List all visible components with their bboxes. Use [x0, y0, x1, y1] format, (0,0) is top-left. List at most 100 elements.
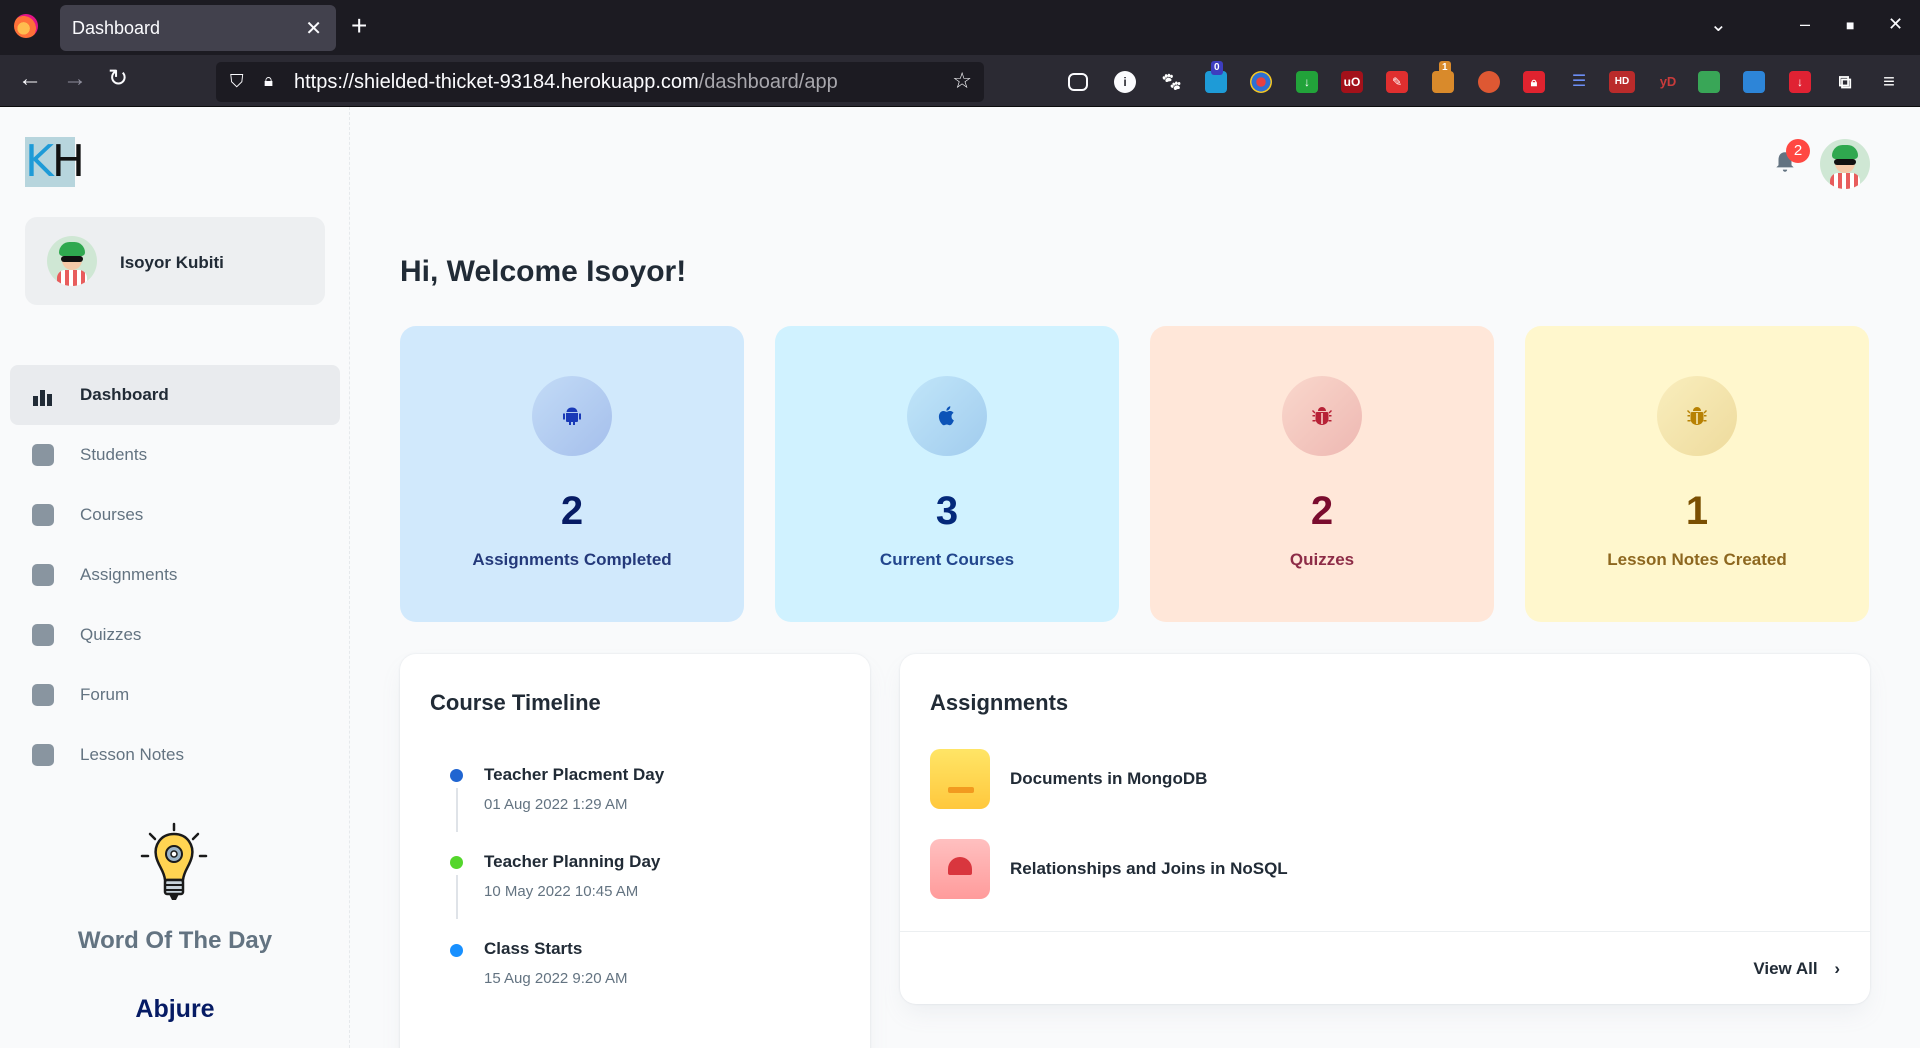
wand-extension-icon[interactable]: ✎: [1386, 71, 1408, 93]
account-name: Isoyor Kubiti: [120, 253, 224, 272]
reload-icon[interactable]: ↻: [108, 67, 128, 91]
stat-card-current-courses: 3 Current Courses: [775, 326, 1119, 622]
assignment-thumbnail: [930, 839, 990, 899]
stat-label: Quizzes: [1289, 550, 1355, 569]
forward-arrow-icon[interactable]: →: [63, 67, 87, 91]
notes-extension-icon[interactable]: 1: [1432, 61, 1454, 93]
download-extension-icon[interactable]: ↓: [1296, 71, 1318, 93]
list-extension-icon[interactable]: ☰: [1568, 71, 1590, 93]
sidebar: KH Isoyor Kubiti Dashboard Students Cour…: [0, 107, 350, 1048]
new-tab-icon[interactable]: +: [351, 10, 367, 42]
assignment-item-title[interactable]: Relationships and Joins in NoSQL: [1010, 859, 1288, 879]
timeline-dot: [450, 769, 463, 782]
bookmark-star-icon[interactable]: ☆: [952, 68, 972, 94]
assignment-item-title[interactable]: Documents in MongoDB: [1010, 769, 1207, 789]
back-arrow-icon[interactable]: ←: [18, 67, 42, 91]
timeline-item-title: Teacher Placment Day: [484, 765, 665, 784]
stat-icon-wrap: [1282, 376, 1362, 456]
url-host: https://shielded-thicket-93184.herokuapp…: [294, 71, 699, 93]
url-path: /dashboard/app: [698, 71, 838, 93]
chevron-down-icon[interactable]: ⌄: [1710, 12, 1727, 37]
browser-tab[interactable]: Dashboard ✕: [60, 5, 336, 51]
stat-icon-wrap: [907, 376, 987, 456]
tab-close-icon[interactable]: ✕: [305, 16, 322, 41]
shield-icon[interactable]: ⛉: [230, 71, 244, 92]
gnome-extension-icon[interactable]: 🐾︎: [1160, 71, 1183, 93]
timeline-item-time: 10 May 2022 10:45 AM: [484, 883, 639, 900]
extension-badge-icon[interactable]: 0: [1205, 61, 1227, 93]
save-extension-icon[interactable]: ↓: [1789, 71, 1811, 93]
view-all-button[interactable]: View All ›: [1753, 959, 1840, 979]
yd-extension-icon[interactable]: yD: [1655, 71, 1681, 93]
card-title: Course Timeline: [430, 690, 601, 715]
app-root: KH Isoyor Kubiti Dashboard Students Cour…: [0, 107, 1920, 1048]
maximize-icon[interactable]: ■: [1846, 17, 1854, 33]
duckduckgo-icon[interactable]: [1478, 71, 1500, 93]
person-icon: [32, 444, 54, 466]
extension-badge-count: 1: [1439, 61, 1451, 75]
ublock-icon[interactable]: uO: [1341, 71, 1363, 93]
logo-letter-k: K: [25, 136, 54, 187]
sidebar-item-label: Courses: [80, 505, 144, 524]
sidebar-item-label: Forum: [80, 685, 130, 704]
apple-icon: [938, 406, 954, 426]
chart-icon: [32, 384, 54, 406]
color-extension-icon[interactable]: [1250, 71, 1272, 93]
document-icon: [32, 564, 54, 586]
image-extension-icon[interactable]: [1698, 71, 1720, 93]
sidebar-item-lesson-notes[interactable]: Lesson Notes: [10, 725, 340, 785]
url-bar[interactable]: ⛉ 🔒︎ https://shielded-thicket-93184.hero…: [216, 62, 984, 102]
word-of-the-day-title: Word Of The Day: [77, 927, 273, 954]
account-card[interactable]: Isoyor Kubiti: [25, 217, 325, 305]
timeline-dot: [450, 944, 463, 957]
timeline-connector: [456, 875, 458, 919]
sidebar-item-courses[interactable]: Courses: [10, 485, 340, 545]
word-of-the-day-word: Abjure: [135, 995, 215, 1023]
stat-icon-wrap: [1657, 376, 1737, 456]
logo-letter-h: H: [51, 136, 85, 187]
lock-icon[interactable]: 🔒︎: [264, 71, 273, 91]
info-extension-icon[interactable]: i: [1114, 71, 1136, 93]
firefox-icon: [14, 14, 38, 38]
stat-value: 3: [935, 489, 959, 533]
timeline-connector: [456, 788, 458, 832]
minimize-icon[interactable]: –: [1800, 14, 1810, 35]
card-title: Assignments: [930, 690, 1069, 715]
kh-logo[interactable]: KH: [25, 136, 85, 187]
hd-extension-icon[interactable]: HD: [1609, 71, 1635, 93]
sidebar-item-quizzes[interactable]: Quizzes: [10, 605, 340, 665]
assignments-card: Assignments Documents in MongoDB Relatio…: [900, 654, 1870, 1004]
stat-value: 1: [1685, 489, 1709, 533]
stat-label: Current Courses: [879, 550, 1015, 569]
header-avatar[interactable]: [1820, 139, 1870, 189]
document-icon: [32, 744, 54, 766]
sidebar-nav: Dashboard Students Courses Assignments Q…: [10, 365, 340, 785]
extensions-puzzle-icon[interactable]: ⧉: [1834, 71, 1856, 93]
stat-card-quizzes: 2 Quizzes: [1150, 326, 1494, 622]
sidebar-item-students[interactable]: Students: [10, 425, 340, 485]
timeline-item-time: 15 Aug 2022 9:20 AM: [484, 970, 628, 987]
sidebar-item-forum[interactable]: Forum: [10, 665, 340, 725]
avatar: [47, 236, 97, 286]
timeline-item-title: Class Starts: [484, 939, 583, 958]
sidebar-item-dashboard[interactable]: Dashboard: [10, 365, 340, 425]
assignment-thumbnail: [930, 749, 990, 809]
sidebar-item-label: Assignments: [80, 565, 178, 584]
stat-value: 2: [1310, 489, 1334, 533]
bug-icon: [1312, 407, 1332, 425]
close-window-icon[interactable]: ✕: [1888, 14, 1903, 35]
stat-label: Assignments Completed: [472, 550, 672, 569]
lock-extension-icon[interactable]: 🔒︎: [1523, 71, 1545, 93]
menu-icon[interactable]: ≡: [1878, 71, 1900, 93]
sidebar-item-assignments[interactable]: Assignments: [10, 545, 340, 605]
browser-tab-bar: Dashboard ✕ + ⌄ – ■ ✕: [0, 0, 1920, 55]
stat-value: 2: [560, 489, 584, 533]
camera-extension-icon[interactable]: [1743, 71, 1765, 93]
chevron-right-icon: ›: [1834, 959, 1840, 978]
url-text[interactable]: https://shielded-thicket-93184.herokuapp…: [294, 71, 838, 94]
pocket-icon[interactable]: [1068, 73, 1088, 91]
timeline-dot: [450, 856, 463, 869]
stat-card-assignments-completed: 2 Assignments Completed: [400, 326, 744, 622]
divider: [900, 931, 1870, 932]
view-all-label: View All: [1753, 959, 1818, 978]
